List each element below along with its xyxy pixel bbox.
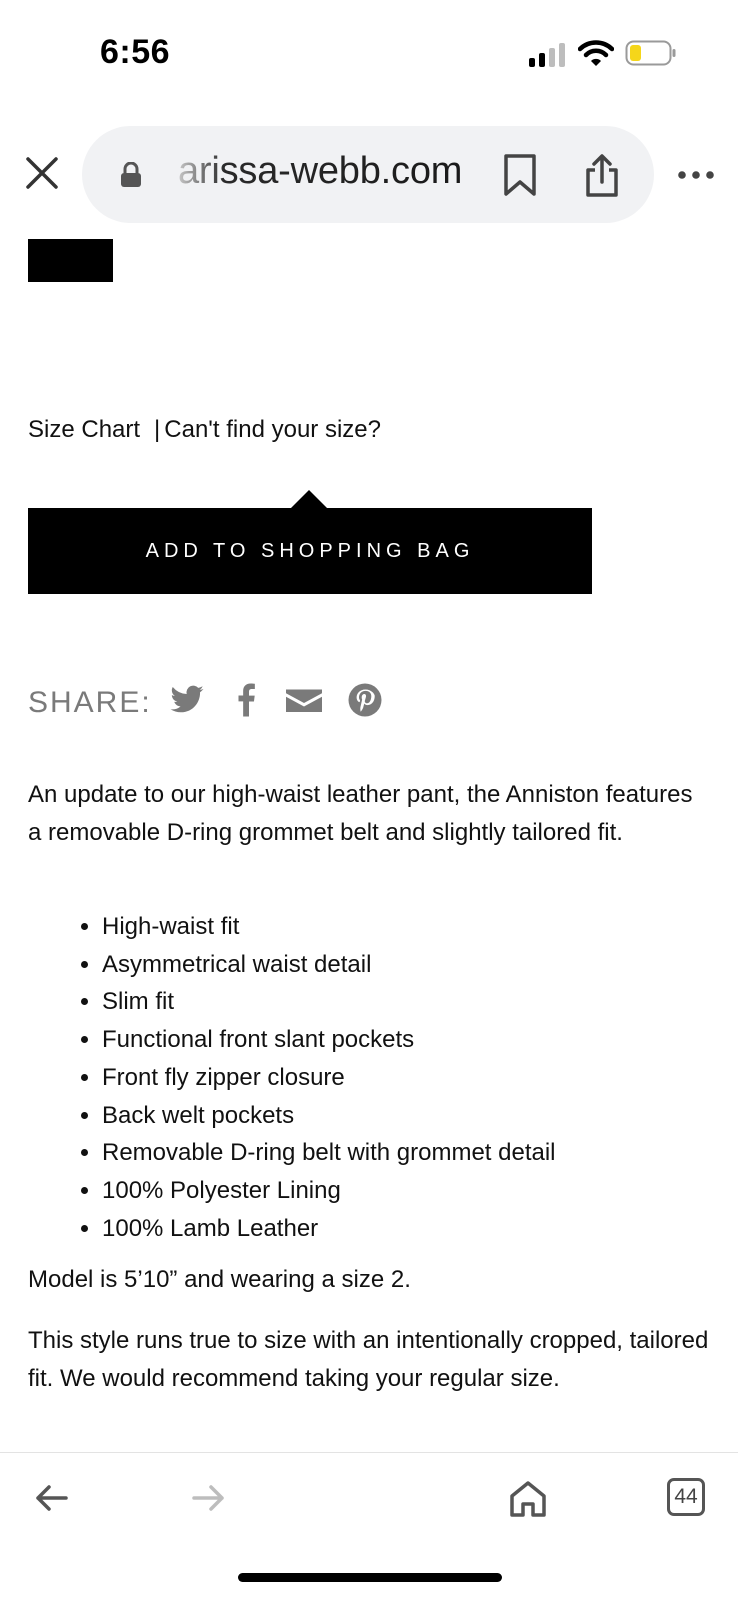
feature-list: High-waist fit Asymmetrical waist detail… — [28, 908, 738, 1247]
twitter-icon[interactable] — [168, 682, 206, 718]
wifi-icon — [578, 40, 614, 66]
pinterest-icon[interactable] — [346, 682, 384, 718]
email-icon[interactable] — [284, 682, 324, 718]
partial-black-element — [28, 239, 113, 282]
signal-icon — [529, 43, 567, 67]
model-info: Model is 5’10” and wearing a size 2. — [28, 1266, 411, 1293]
size-links: Size Chart | Can't find your size? — [28, 416, 381, 444]
forward-arrow-icon[interactable] — [188, 1478, 228, 1518]
list-item: 100% Polyester Lining — [102, 1172, 738, 1210]
list-item: Slim fit — [102, 983, 738, 1021]
close-icon[interactable] — [24, 155, 60, 191]
add-to-bag-button[interactable]: ADD TO SHOPPING BAG — [28, 508, 592, 594]
back-arrow-icon[interactable] — [32, 1478, 72, 1518]
size-separator: | — [154, 416, 161, 443]
bookmark-icon[interactable] — [500, 153, 540, 197]
size-help-link[interactable]: Can't find your size? — [164, 416, 381, 443]
list-item: Front fly zipper closure — [102, 1059, 738, 1097]
home-indicator — [238, 1573, 502, 1582]
list-item: High-waist fit — [102, 908, 738, 946]
size-chart-link[interactable]: Size Chart — [28, 416, 140, 443]
list-item: 100% Lamb Leather — [102, 1210, 738, 1248]
list-item: Back welt pockets — [102, 1097, 738, 1135]
more-icon[interactable] — [676, 168, 716, 182]
share-icon[interactable] — [582, 154, 622, 198]
list-item: Asymmetrical waist detail — [102, 946, 738, 984]
share-label: SHARE: — [28, 686, 152, 719]
tabs-icon[interactable]: 44 — [667, 1478, 705, 1516]
fit-info: This style runs true to size with an int… — [28, 1327, 709, 1392]
facebook-icon[interactable] — [227, 682, 265, 718]
battery-icon — [625, 40, 676, 66]
tooltip-arrow — [290, 490, 328, 509]
lock-icon — [121, 162, 141, 187]
url-text[interactable]: arissa-webb.com — [178, 150, 462, 193]
status-time: 6:56 — [100, 33, 171, 71]
list-item: Functional front slant pockets — [102, 1021, 738, 1059]
product-description: An update to our high-waist leather pant… — [28, 781, 693, 846]
list-item: Removable D-ring belt with grommet detai… — [102, 1134, 738, 1172]
home-icon[interactable] — [508, 1478, 548, 1518]
